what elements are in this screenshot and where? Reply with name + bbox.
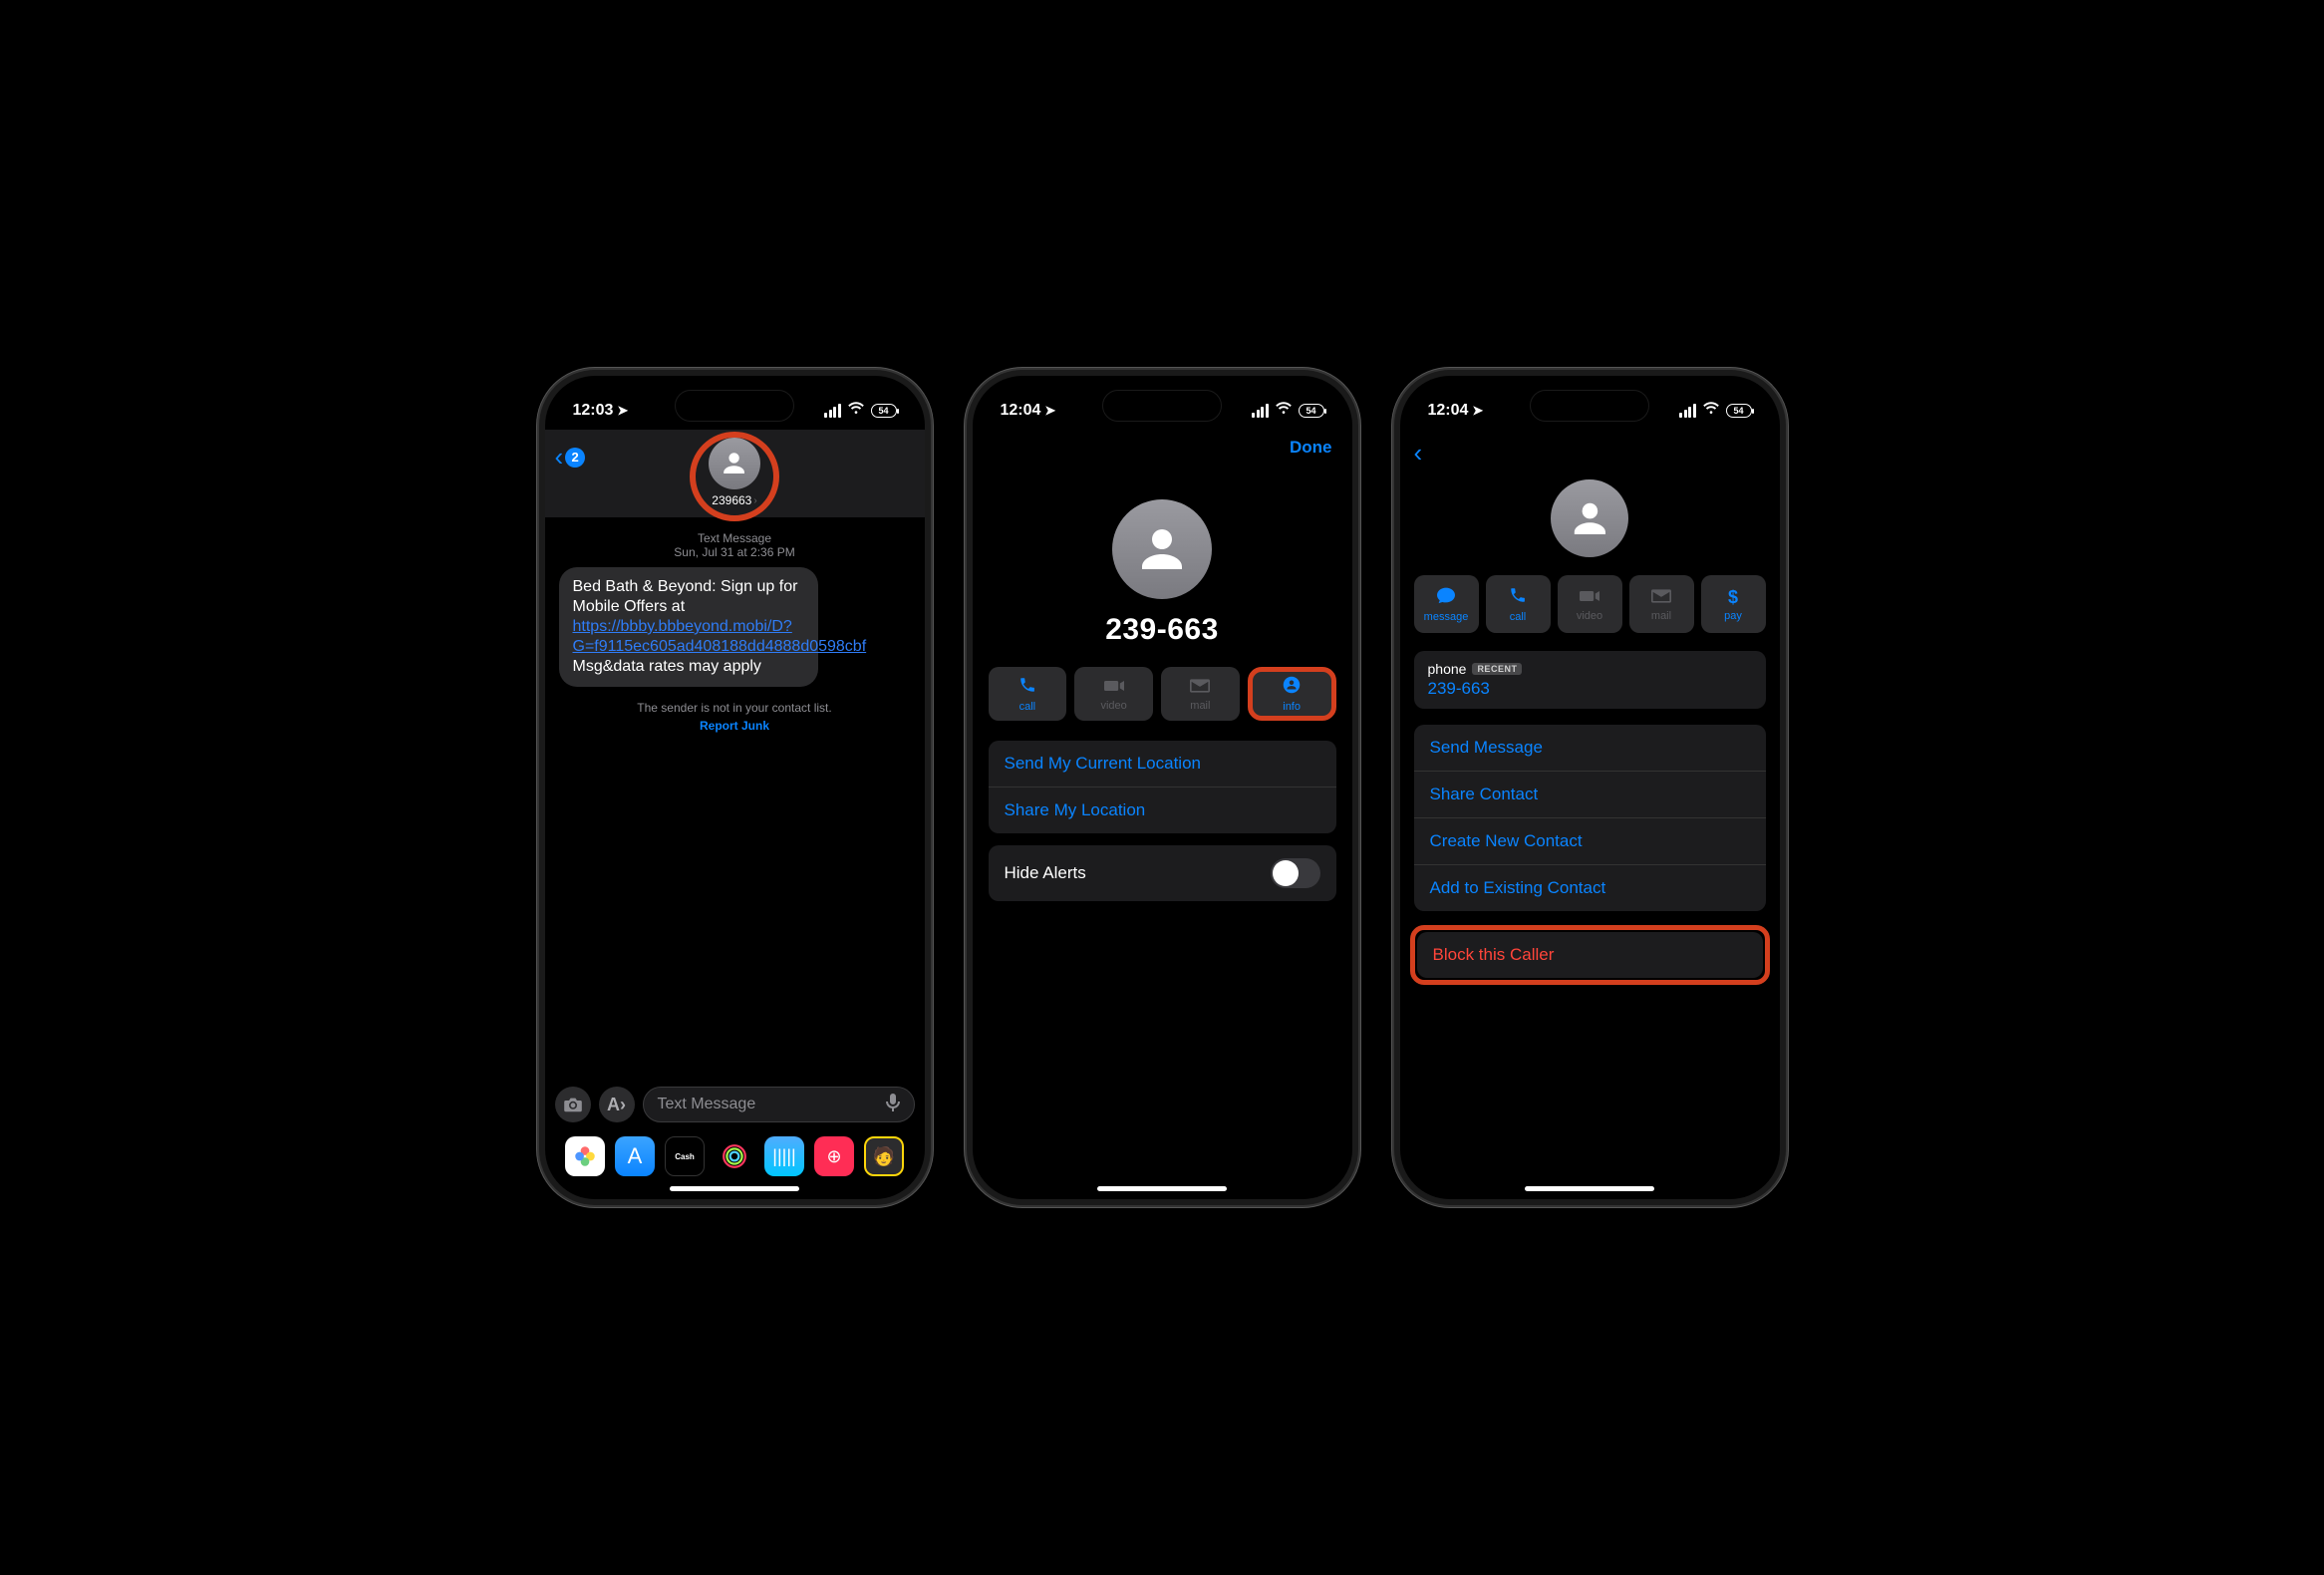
phone-section[interactable]: phone RECENT 239-663: [1414, 651, 1766, 709]
battery-icon: 54: [1726, 404, 1752, 418]
conversation-header: ‹ 2 239663›: [545, 430, 925, 517]
dollar-icon: $: [1728, 587, 1738, 608]
message-meta: Text Message Sun, Jul 31 at 2:36 PM: [559, 531, 911, 559]
dock-photos[interactable]: [565, 1136, 605, 1176]
dynamic-island: [1530, 390, 1649, 422]
phone-icon: [1509, 586, 1527, 609]
app-dock: A Cash ||||| ⊕ 🧑: [545, 1130, 925, 1176]
report-junk-button[interactable]: Report Junk: [559, 719, 911, 733]
back-button[interactable]: ‹: [1414, 438, 1423, 469]
location-icon: ➤: [1472, 403, 1483, 419]
recent-badge: RECENT: [1472, 663, 1522, 675]
phone-3: 12:04 ➤ 54 ‹ message call: [1394, 370, 1786, 1205]
battery-icon: 54: [1299, 404, 1324, 418]
block-caller-button[interactable]: Block this Caller: [1417, 932, 1763, 978]
cellular-icon: [1679, 404, 1696, 418]
dynamic-island: [1102, 390, 1222, 422]
mail-icon: [1190, 677, 1210, 698]
highlight-rect: Block this Caller: [1410, 925, 1770, 985]
call-button[interactable]: call: [989, 667, 1067, 721]
mic-icon[interactable]: [886, 1093, 900, 1117]
mail-icon: [1651, 587, 1671, 608]
message-button[interactable]: message: [1414, 575, 1479, 633]
message-link[interactable]: https://bbby.bbbeyond.mobi/D?G=f9115ec60…: [573, 618, 867, 655]
video-button[interactable]: video: [1074, 667, 1153, 721]
dock-applecash[interactable]: Cash: [665, 1136, 705, 1176]
hide-alerts-toggle[interactable]: [1271, 858, 1320, 888]
share-location-button[interactable]: Share My Location: [989, 788, 1336, 833]
contact-avatar: [1551, 479, 1628, 557]
add-existing-button[interactable]: Add to Existing Contact: [1414, 865, 1766, 911]
contact-name[interactable]: 239663›: [712, 493, 756, 507]
mail-button[interactable]: mail: [1629, 575, 1694, 633]
mail-button[interactable]: mail: [1161, 667, 1240, 721]
hide-alerts-row: Hide Alerts: [989, 845, 1336, 901]
cellular-icon: [1252, 404, 1269, 418]
location-icon: ➤: [617, 403, 628, 419]
person-icon: [1283, 676, 1301, 699]
appstore-button[interactable]: A⁠›: [599, 1087, 635, 1122]
contact-avatar[interactable]: [709, 438, 760, 489]
dock-search[interactable]: ⊕: [814, 1136, 854, 1176]
status-time: 12:04: [1001, 402, 1041, 420]
share-contact-button[interactable]: Share Contact: [1414, 772, 1766, 818]
video-button[interactable]: video: [1558, 575, 1622, 633]
compose-bar: A⁠› Text Message: [545, 1087, 925, 1130]
chevron-right-icon: ›: [753, 495, 756, 506]
input-placeholder: Text Message: [658, 1096, 756, 1113]
call-button[interactable]: call: [1486, 575, 1551, 633]
message-icon: [1436, 586, 1456, 609]
status-time: 12:03: [573, 402, 614, 420]
phone-label: phone: [1428, 661, 1467, 677]
dock-music[interactable]: |||||: [764, 1136, 804, 1176]
location-icon: ➤: [1044, 403, 1055, 419]
home-indicator[interactable]: [670, 1186, 799, 1191]
wifi-icon: [1275, 402, 1293, 421]
home-indicator[interactable]: [1525, 1186, 1654, 1191]
contact-number: 239-663: [1105, 613, 1219, 647]
message-input[interactable]: Text Message: [643, 1087, 915, 1122]
contact-avatar: [1112, 499, 1212, 599]
dock-memoji[interactable]: 🧑: [864, 1136, 904, 1176]
wifi-icon: [847, 402, 865, 421]
camera-button[interactable]: [555, 1087, 591, 1122]
wifi-icon: [1702, 402, 1720, 421]
phone-1: 12:03 ➤ 54 ‹ 2 23966: [539, 370, 931, 1205]
create-contact-button[interactable]: Create New Contact: [1414, 818, 1766, 865]
info-button[interactable]: info: [1248, 667, 1336, 721]
send-location-button[interactable]: Send My Current Location: [989, 741, 1336, 788]
battery-icon: 54: [871, 404, 897, 418]
home-indicator[interactable]: [1097, 1186, 1227, 1191]
done-button[interactable]: Done: [1290, 438, 1332, 458]
status-time: 12:04: [1428, 402, 1469, 420]
phone-2: 12:04 ➤ 54 Done 239-663 call video: [967, 370, 1358, 1205]
video-icon: [1104, 677, 1124, 698]
dock-appstore[interactable]: A: [615, 1136, 655, 1176]
message-bubble[interactable]: Bed Bath & Beyond: Sign up for Mobile Of…: [559, 567, 818, 687]
phone-number[interactable]: 239-663: [1428, 679, 1752, 699]
phone-icon: [1018, 676, 1036, 699]
pay-button[interactable]: $ pay: [1701, 575, 1766, 633]
dynamic-island: [675, 390, 794, 422]
cellular-icon: [824, 404, 841, 418]
video-icon: [1580, 587, 1599, 608]
send-message-button[interactable]: Send Message: [1414, 725, 1766, 772]
dock-fitness[interactable]: [715, 1136, 754, 1176]
sender-note: The sender is not in your contact list.: [559, 701, 911, 715]
